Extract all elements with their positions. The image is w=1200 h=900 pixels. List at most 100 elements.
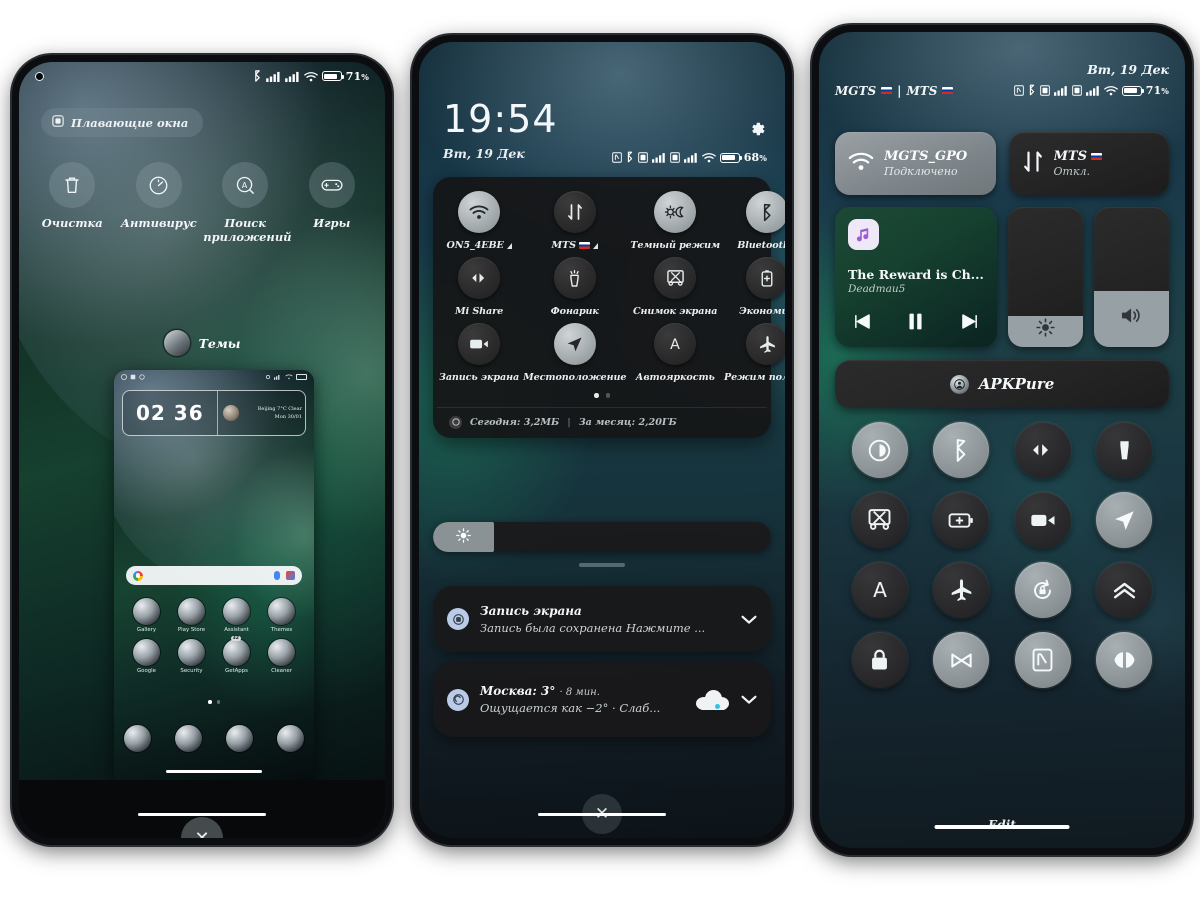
- toggle-screen-record[interactable]: [1014, 492, 1071, 548]
- carrier-labels: MGTS | MTS: [835, 83, 954, 98]
- recent-app-header[interactable]: Темы: [19, 330, 385, 356]
- recent-task-card[interactable]: 02 36 Beijing 7°C Clear Mon 30/01 Galler…: [114, 370, 314, 780]
- wifi-card[interactable]: MGTS_GPO Подключено: [835, 132, 996, 195]
- toggle-rotation-lock[interactable]: [1014, 562, 1071, 618]
- mobile-data-card[interactable]: MTS Откл.: [1008, 132, 1169, 195]
- camera-punch-hole-icon: [35, 71, 44, 81]
- pause-icon[interactable]: [907, 312, 924, 335]
- qs-tile-auto-brightness[interactable]: A Автояркость: [628, 323, 722, 383]
- preview-dock: [124, 725, 304, 752]
- toggle-battery-saver[interactable]: [933, 492, 990, 548]
- preview-app[interactable]: Gallery: [124, 598, 169, 633]
- preview-google-search-bar[interactable]: [126, 566, 302, 585]
- qs-tile-bluetooth[interactable]: Bluetooth: [722, 191, 785, 251]
- phone-icon[interactable]: [124, 725, 151, 752]
- security-icon: [178, 639, 205, 666]
- qs-tile-mobile-data[interactable]: MTS: [521, 191, 628, 251]
- qs-tile-airplane[interactable]: Режим полета: [722, 323, 785, 383]
- qs-tile-wifi[interactable]: ON5_4EBE: [437, 191, 521, 251]
- screen-record-icon: [458, 323, 501, 365]
- toggle-dark-mode[interactable]: [851, 422, 908, 478]
- qs-label: Снимок экрана: [632, 306, 718, 317]
- preview-app[interactable]: Cleaner: [259, 639, 304, 674]
- close-all-button[interactable]: ✕: [181, 817, 223, 838]
- toggle-screenshot[interactable]: [851, 492, 908, 548]
- shortcut-antivirus[interactable]: Антивирус: [117, 162, 201, 245]
- skip-next-icon[interactable]: [961, 313, 980, 334]
- settings-gear-icon[interactable]: [748, 120, 767, 143]
- notification-screen-record[interactable]: Запись экрана Запись была сохранена Нажм…: [433, 586, 771, 652]
- qs-tile-screen-record[interactable]: Запись экрана: [437, 323, 521, 383]
- media-player-card[interactable]: The Reward is Ch... Deadmau5: [835, 207, 997, 347]
- wifi-icon: [304, 71, 318, 82]
- qs-label: Фонарик: [550, 306, 599, 317]
- preview-app[interactable]: Play Store: [169, 598, 214, 633]
- brightness-slider[interactable]: [433, 522, 771, 552]
- qs-tile-location[interactable]: Местоположение: [521, 323, 628, 383]
- shortcut-games[interactable]: Игры: [290, 162, 374, 245]
- toggle-auto-brightness[interactable]: A: [851, 562, 908, 618]
- chevron-down-icon[interactable]: [741, 610, 757, 629]
- notification-weather[interactable]: Москва: 3° · 8 мин. Ощущается как −2° · …: [433, 662, 771, 737]
- volume-vertical-slider[interactable]: [1093, 207, 1169, 347]
- qs-tile-dark-mode[interactable]: Темный режим: [628, 191, 722, 251]
- phone-3-screen: Вт, 19 Дек MGTS | MTS 71% MGTS_GPO Подкл…: [819, 32, 1185, 848]
- toggle-flashlight[interactable]: [1096, 422, 1153, 478]
- messages-icon[interactable]: [175, 725, 202, 752]
- toggle-mi-share[interactable]: [1014, 422, 1071, 478]
- toggle-reading-mode[interactable]: [1096, 632, 1153, 688]
- app-shortcut-bar[interactable]: APKPure: [835, 360, 1169, 408]
- brightness-vertical-slider[interactable]: [1007, 207, 1083, 347]
- notification-subtitle: Ощущается как −2° · Слаб...: [480, 701, 661, 715]
- carrier-2-label: MTS: [906, 83, 938, 98]
- cleaner-icon: [268, 639, 295, 666]
- floating-windows-chip[interactable]: Плавающие окна: [41, 108, 204, 137]
- qs-tile-battery-saver[interactable]: Экономия: [722, 257, 785, 317]
- chevron-expand-icon[interactable]: [592, 242, 598, 249]
- toggle-lock[interactable]: [851, 632, 908, 688]
- preview-app[interactable]: Themes: [259, 598, 304, 633]
- chrome-icon[interactable]: [226, 725, 253, 752]
- camera-icon[interactable]: [277, 725, 304, 752]
- qs-label: Экономия: [739, 306, 785, 317]
- qs-label: Темный режим: [630, 240, 721, 251]
- toggle-boost[interactable]: [1096, 562, 1153, 618]
- chevron-expand-icon[interactable]: [506, 242, 512, 249]
- preview-app[interactable]: 32 GetApps: [214, 636, 259, 674]
- toggle-cast-off[interactable]: [933, 632, 990, 688]
- qs-label: Запись экрана: [439, 372, 520, 383]
- toggle-nfc[interactable]: [1014, 632, 1071, 688]
- toggle-airplane[interactable]: [933, 562, 990, 618]
- preview-app[interactable]: Google: [124, 639, 169, 674]
- data-usage-row[interactable]: Сегодня: 3,2МБ | За месяц: 2,20ГБ: [437, 406, 767, 438]
- toggle-bluetooth[interactable]: [933, 422, 990, 478]
- phone-1-screen: 71% Плавающие окна Очистка Антивирус A П…: [19, 62, 385, 838]
- chevron-down-icon[interactable]: [741, 690, 757, 709]
- data-usage-separator: |: [567, 416, 571, 428]
- battery-icon: [321, 71, 344, 81]
- preview-app[interactable]: Security: [169, 639, 214, 674]
- phone-1-recents: 71% Плавающие окна Очистка Антивирус A П…: [12, 55, 392, 845]
- shade-drag-handle[interactable]: [579, 563, 625, 567]
- preview-home-indicator: [166, 770, 262, 773]
- getapps-icon: [223, 639, 250, 666]
- notification-title: Запись экрана: [480, 603, 582, 618]
- qs-tile-flashlight[interactable]: Фонарик: [521, 257, 628, 317]
- signal-bars-icon-2: [1085, 81, 1100, 100]
- qs-tile-screenshot[interactable]: Снимок экрана: [628, 257, 722, 317]
- shade-status-icons: 68%: [611, 148, 767, 167]
- preview-app[interactable]: Assistant: [214, 598, 259, 633]
- brightness-icon: [1036, 318, 1055, 345]
- music-note-icon: [848, 219, 879, 250]
- toggle-location[interactable]: [1096, 492, 1153, 548]
- quick-settings-grid: ON5_4EBE MTS Темный режим Bluetooth Mi S…: [437, 191, 785, 383]
- skip-previous-icon[interactable]: [852, 313, 871, 334]
- qs-tile-mi-share[interactable]: Mi Share: [437, 257, 521, 317]
- shortcut-cleanup[interactable]: Очистка: [30, 162, 114, 245]
- home-indicator-1[interactable]: [138, 812, 266, 816]
- home-indicator-2[interactable]: [538, 812, 666, 816]
- shortcut-app-search[interactable]: A Поиск приложений: [203, 162, 292, 245]
- quick-settings-page-dots[interactable]: [437, 383, 767, 407]
- home-indicator-3[interactable]: [934, 825, 1070, 829]
- qs-label: Автояркость: [635, 372, 715, 383]
